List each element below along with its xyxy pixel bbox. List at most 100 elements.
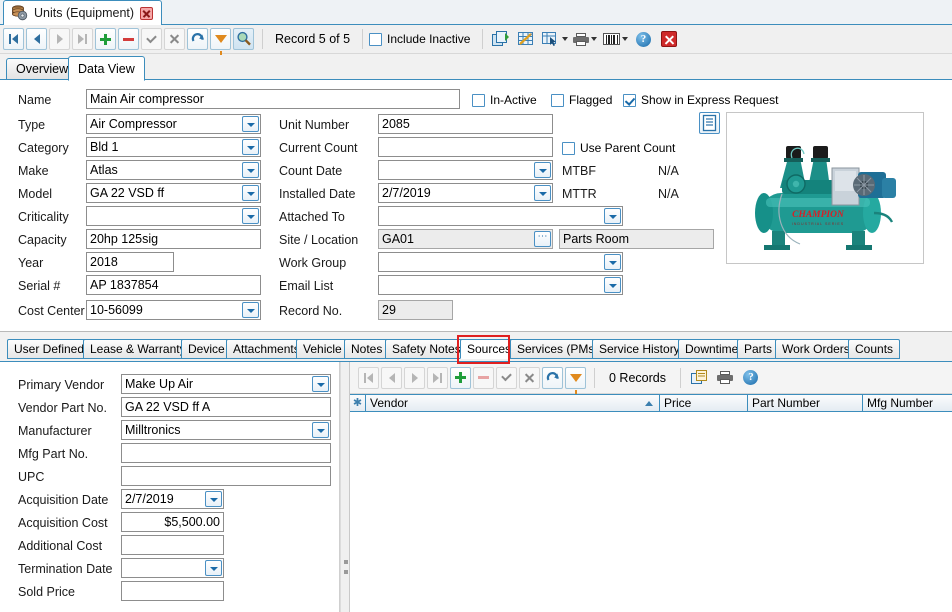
field-serial-number[interactable]: AP 1837854: [86, 275, 261, 295]
next-record-button[interactable]: [49, 28, 70, 50]
flagged-checkbox[interactable]: Flagged: [551, 93, 612, 107]
count-date-dropdown-arrow[interactable]: [534, 162, 551, 178]
type-dropdown-arrow[interactable]: [242, 116, 259, 132]
grid-refresh-button[interactable]: [542, 366, 563, 389]
field-type[interactable]: Air Compressor: [86, 114, 261, 134]
close-window-button[interactable]: [657, 28, 681, 50]
field-cost-center[interactable]: 10-56099: [86, 300, 261, 320]
field-acquisition-date[interactable]: 2/7/2019: [121, 489, 224, 509]
field-vendor-part-no[interactable]: GA 22 VSD ff A: [121, 397, 331, 417]
delete-record-button[interactable]: [118, 28, 139, 50]
tab-lease-warranty[interactable]: Lease & Warranty: [83, 339, 193, 359]
last-record-button[interactable]: [72, 28, 93, 50]
tab-safety-notes[interactable]: Safety Notes: [385, 339, 468, 359]
field-acquisition-cost[interactable]: $5,500.00: [121, 512, 224, 532]
field-email-list[interactable]: [378, 275, 623, 295]
unit-image-frame[interactable]: CHAMPION INDUSTRIAL SERIES: [726, 112, 924, 264]
field-termination-date[interactable]: [121, 558, 224, 578]
tab-downtime[interactable]: Downtime: [678, 339, 746, 359]
find-button[interactable]: [233, 28, 254, 50]
grid-help-button[interactable]: ?: [739, 367, 763, 389]
field-count-date[interactable]: [378, 160, 553, 180]
field-current-count[interactable]: [378, 137, 553, 157]
grid-print-button[interactable]: [713, 367, 737, 389]
tab-user-defined[interactable]: User Defined: [7, 339, 92, 359]
grid-last-button[interactable]: [427, 366, 448, 389]
chevron-down-icon[interactable]: [591, 37, 598, 41]
sources-grid-body[interactable]: [350, 412, 952, 612]
column-header-part-number[interactable]: Part Number: [748, 395, 863, 413]
tab-notes[interactable]: Notes: [344, 339, 390, 359]
add-record-button[interactable]: [95, 28, 116, 50]
post-edit-button[interactable]: [141, 28, 162, 50]
attached-to-dropdown-arrow[interactable]: [604, 208, 621, 224]
tab-service-history[interactable]: Service History: [592, 339, 687, 359]
use-parent-count-box[interactable]: [562, 141, 575, 155]
model-dropdown-arrow[interactable]: [242, 185, 259, 201]
grid-next-button[interactable]: [404, 366, 425, 389]
express-request-box[interactable]: [623, 93, 636, 107]
document-tab-units-equipment[interactable]: Units (Equipment): [3, 0, 163, 26]
help-button[interactable]: ?: [631, 28, 655, 50]
field-criticality[interactable]: [86, 206, 261, 226]
inactive-checkbox[interactable]: In-Active: [472, 93, 537, 107]
cost-center-dropdown-arrow[interactable]: [242, 302, 259, 318]
chevron-down-icon[interactable]: [621, 37, 628, 41]
edit-grid-button[interactable]: [515, 28, 539, 50]
refresh-button[interactable]: [187, 28, 208, 50]
field-category[interactable]: Bld 1: [86, 137, 261, 157]
select-grid-button[interactable]: [541, 28, 569, 50]
barcode-button[interactable]: [601, 28, 629, 50]
column-header-vendor[interactable]: Vendor: [366, 395, 660, 413]
previous-record-button[interactable]: [26, 28, 47, 50]
grid-first-button[interactable]: [358, 366, 379, 389]
include-inactive-box[interactable]: [369, 32, 383, 46]
field-name[interactable]: Main Air compressor: [86, 89, 460, 109]
column-header-price[interactable]: Price: [660, 395, 748, 413]
use-parent-count-checkbox[interactable]: Use Parent Count: [562, 141, 675, 155]
primary-vendor-dropdown-arrow[interactable]: [312, 376, 329, 392]
grid-add-button[interactable]: [450, 366, 471, 389]
field-sold-price[interactable]: [121, 581, 224, 601]
tab-counts[interactable]: Counts: [848, 339, 901, 359]
notes-icon-button[interactable]: [699, 112, 720, 134]
category-dropdown-arrow[interactable]: [242, 139, 259, 155]
panel-splitter[interactable]: [340, 362, 350, 612]
field-manufacturer[interactable]: Milltronics: [121, 420, 331, 440]
field-year[interactable]: 2018: [86, 252, 174, 272]
field-work-group[interactable]: [378, 252, 623, 272]
tab-vehicle[interactable]: Vehicle: [296, 339, 349, 359]
field-model[interactable]: GA 22 VSD ff: [86, 183, 261, 203]
close-icon[interactable]: [140, 6, 154, 20]
tab-work-orders[interactable]: Work Orders: [775, 339, 857, 359]
field-mfg-part-no[interactable]: [121, 443, 331, 463]
field-installed-date[interactable]: 2/7/2019: [378, 183, 553, 203]
chevron-down-icon[interactable]: [562, 37, 569, 41]
first-record-button[interactable]: [3, 28, 24, 50]
grid-export-button[interactable]: [687, 367, 711, 389]
work-group-dropdown-arrow[interactable]: [604, 254, 621, 270]
grid-post-button[interactable]: [496, 366, 517, 389]
tab-parts[interactable]: Parts: [737, 339, 780, 359]
tab-data-view[interactable]: Data View: [68, 56, 145, 81]
print-button[interactable]: [571, 28, 599, 50]
flagged-box[interactable]: [551, 93, 564, 107]
field-additional-cost[interactable]: [121, 535, 224, 555]
field-make[interactable]: Atlas: [86, 160, 261, 180]
tab-attachments[interactable]: Attachments: [226, 339, 307, 359]
manufacturer-dropdown-arrow[interactable]: [312, 422, 329, 438]
criticality-dropdown-arrow[interactable]: [242, 208, 259, 224]
field-site[interactable]: GA01 ⋯: [378, 229, 553, 249]
acquisition-date-dropdown-arrow[interactable]: [205, 491, 222, 507]
include-inactive-checkbox[interactable]: Include Inactive: [369, 32, 470, 46]
field-capacity[interactable]: 20hp 125sig: [86, 229, 261, 249]
installed-date-dropdown-arrow[interactable]: [534, 185, 551, 201]
grid-cancel-button[interactable]: [519, 366, 540, 389]
field-upc[interactable]: [121, 466, 331, 486]
inactive-box[interactable]: [472, 93, 485, 107]
make-dropdown-arrow[interactable]: [242, 162, 259, 178]
cancel-edit-button[interactable]: [164, 28, 185, 50]
field-unit-number[interactable]: 2085: [378, 114, 553, 134]
grid-delete-button[interactable]: [473, 366, 494, 389]
tab-device[interactable]: Device: [181, 339, 232, 359]
